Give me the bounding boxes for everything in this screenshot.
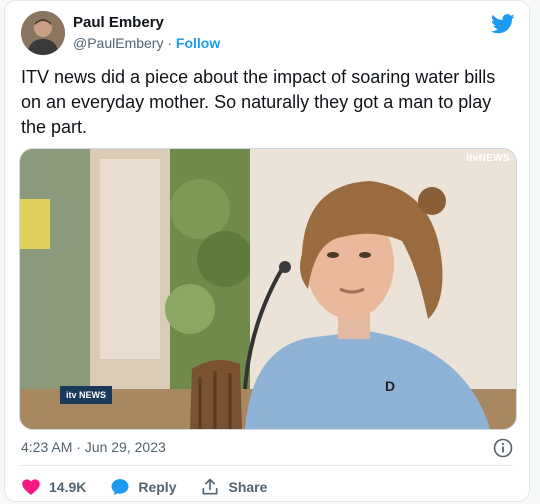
divider: [21, 465, 513, 466]
tweet-card: Paul Embery @PaulEmbery · Follow ITV new…: [4, 0, 530, 502]
action-bar: 14.9K Reply Share: [21, 475, 291, 499]
info-icon[interactable]: [493, 438, 513, 458]
twitter-bird-icon[interactable]: [491, 13, 515, 35]
heart-icon: [22, 479, 40, 495]
handle-separator: ·: [167, 35, 173, 51]
svg-text:D: D: [385, 378, 395, 394]
tweet-text: ITV news did a piece about the impact of…: [21, 67, 496, 137]
tweet-media-image[interactable]: D itvNEWS itv NEWS: [19, 148, 517, 430]
share-arrow-icon: [202, 478, 218, 495]
like-count: 14.9K: [49, 479, 87, 495]
author-handle-row: @PaulEmbery · Follow: [73, 35, 220, 51]
like-button[interactable]: 14.9K: [21, 477, 86, 497]
speech-bubble-icon: [111, 479, 129, 495]
follow-button[interactable]: Follow: [176, 35, 220, 51]
itv-lower-third-logo: itv NEWS: [60, 386, 113, 404]
itv-watermark: itvNEWS: [466, 153, 510, 164]
tweet-timestamp[interactable]: 4:23 AM · Jun 29, 2023: [21, 439, 166, 455]
author-name[interactable]: Paul Embery: [73, 14, 164, 31]
reply-button[interactable]: Reply: [110, 477, 176, 497]
reply-label: Reply: [138, 479, 177, 495]
share-label: Share: [228, 479, 268, 495]
share-button[interactable]: Share: [200, 477, 267, 497]
author-handle[interactable]: @PaulEmbery: [73, 35, 163, 51]
avatar[interactable]: [21, 11, 65, 55]
